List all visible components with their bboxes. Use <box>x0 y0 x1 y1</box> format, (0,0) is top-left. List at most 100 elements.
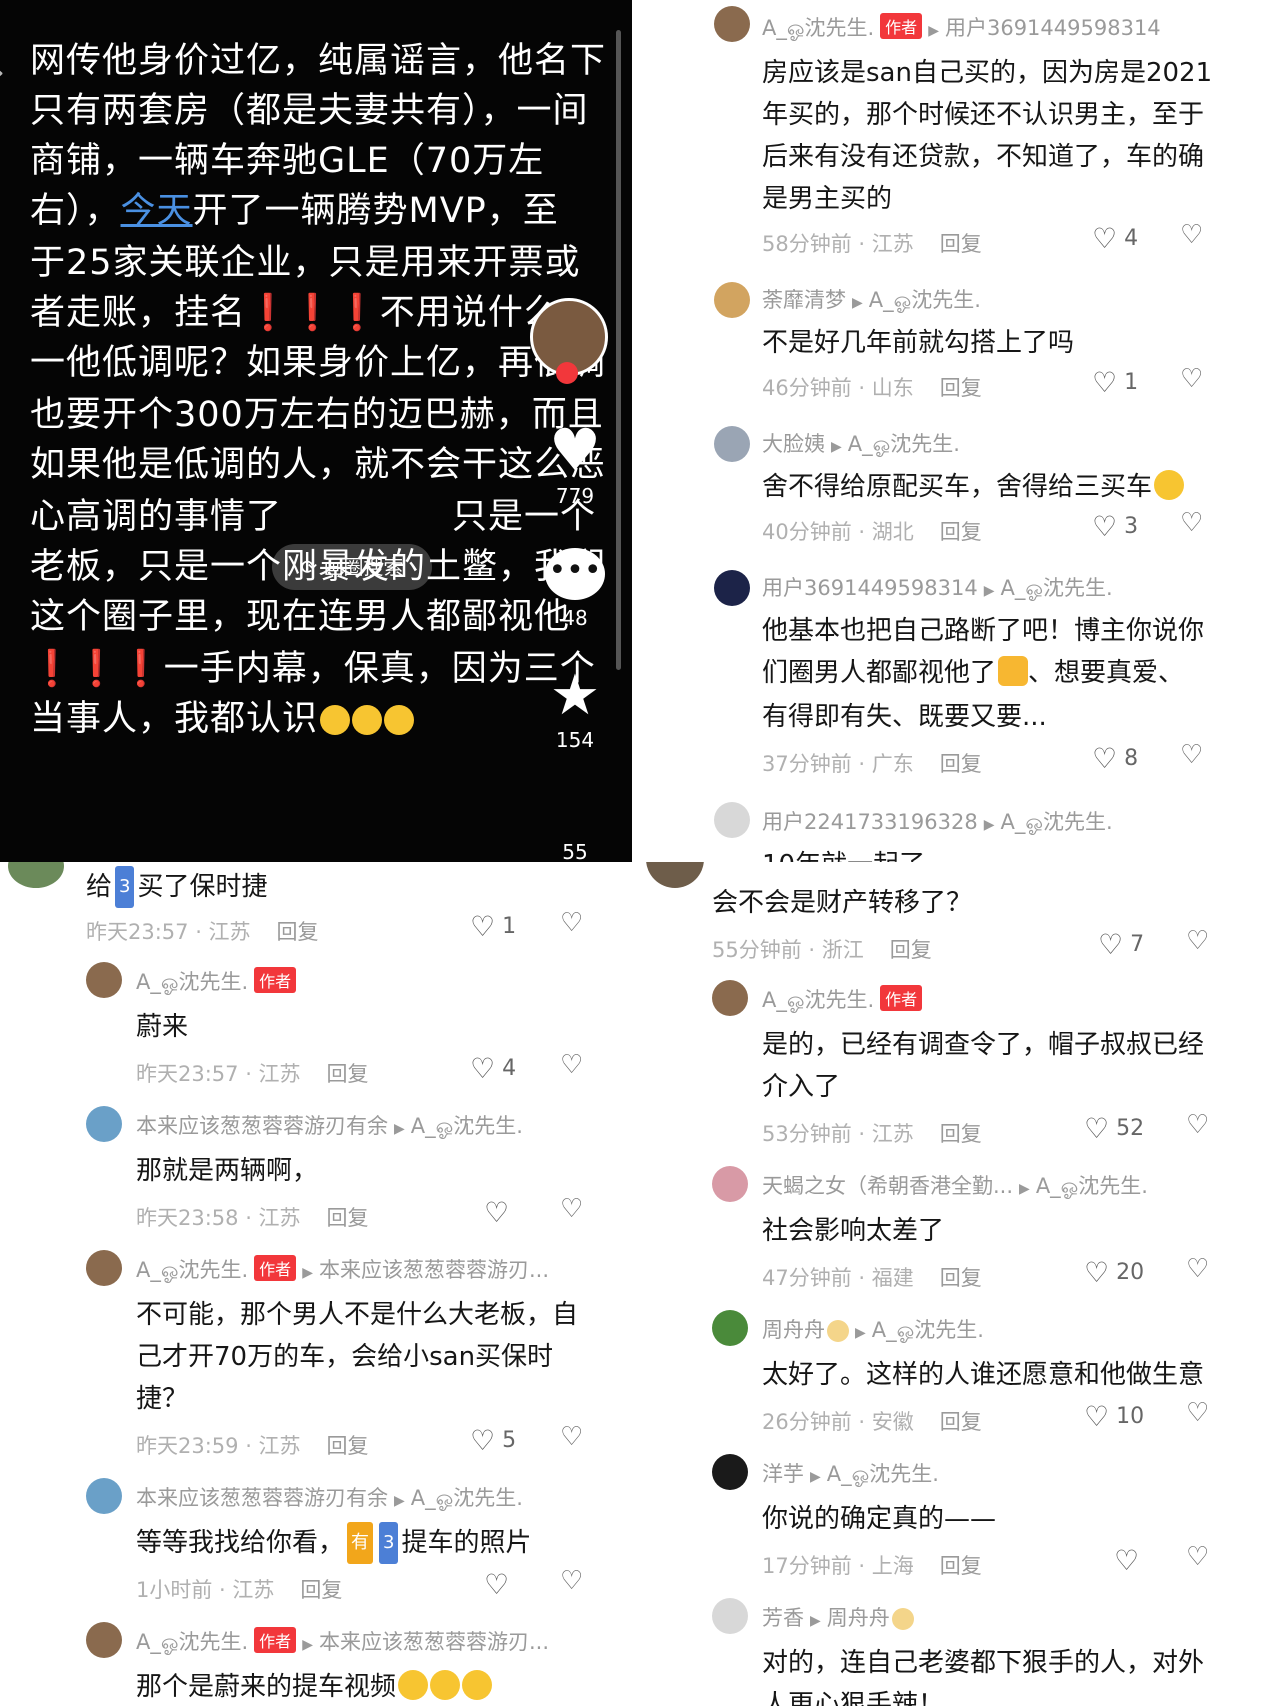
laugh-cry-emoji <box>398 1670 429 1700</box>
caption-line: 者走账，挂名❗❗❗不用说什么 <box>30 293 560 333</box>
comments-panel-top-right: A_ஓ沈先生. 作者 ▶ 用户3691449598314 房应该是san自己买的，因为… <box>632 0 1280 862</box>
like-button[interactable]: ♡ 8 <box>1092 742 1138 775</box>
smile-emoji <box>827 1320 849 1342</box>
comment-count: 48 <box>562 606 588 630</box>
like-button[interactable]: ♡ 52 <box>1084 1112 1144 1145</box>
back-chevron-icon[interactable]: › <box>0 58 4 88</box>
reply-button[interactable]: 回复 <box>327 1062 369 1086</box>
like-button[interactable]: ♡ 3 <box>1092 510 1138 543</box>
comment-icon[interactable]: ••• <box>545 548 605 600</box>
comment-footer: 昨天23:58 · 江苏 回复 <box>136 1206 369 1230</box>
author-tag: 作者 <box>254 1255 297 1281</box>
dislike-icon[interactable]: ♡ <box>1186 1254 1209 1284</box>
like-button[interactable]: ♡ <box>484 1196 509 1229</box>
avatar[interactable] <box>86 1478 122 1514</box>
caption-link[interactable]: 今天 <box>121 191 193 231</box>
reply-button[interactable]: 回复 <box>940 232 982 256</box>
dislike-icon[interactable]: ♡ <box>1180 364 1203 394</box>
like-button[interactable]: ♡ <box>1114 1544 1139 1577</box>
dislike-icon[interactable]: ♡ <box>1180 220 1203 250</box>
caption-line: 这个圈子里，现在连男人都鄙视他 <box>30 597 571 637</box>
avatar[interactable] <box>86 962 122 998</box>
caption-line: 心高调的事情了 只是一个 <box>30 497 597 537</box>
like-button[interactable]: ♡ 5 <box>470 1424 516 1457</box>
reply-button[interactable]: 回复 <box>940 376 982 400</box>
reply-button[interactable]: 回复 <box>327 1434 369 1458</box>
reply-arrow-icon: ▶ <box>1019 1181 1030 1197</box>
like-button[interactable]: ♡ 10 <box>1084 1400 1144 1433</box>
avatar[interactable] <box>712 1598 748 1634</box>
dislike-icon[interactable]: ♡ <box>1186 926 1209 956</box>
like-button[interactable]: ♡ <box>484 1568 509 1601</box>
caption-line: 于25家关联企业，只是用来开票或 <box>30 243 581 283</box>
comment-footer: 47分钟前 · 福建 回复 <box>762 1266 982 1290</box>
reply-button[interactable]: 回复 <box>890 938 932 962</box>
like-button[interactable]: ♡ 7 <box>1098 928 1144 961</box>
share-count: 55 <box>562 840 588 862</box>
heart-icon: ♡ <box>470 1052 496 1085</box>
reply-button[interactable]: 回复 <box>277 920 319 944</box>
avatar[interactable] <box>646 862 704 888</box>
reply-button[interactable]: 回复 <box>940 1410 982 1434</box>
reply-button[interactable]: 回复 <box>327 1206 369 1230</box>
like-button[interactable]: ♡ 4 <box>470 1052 516 1085</box>
dislike-icon[interactable]: ♡ <box>1180 740 1203 770</box>
comment-footer: 46分钟前 · 山东 回复 <box>762 376 982 400</box>
avatar[interactable] <box>714 426 750 462</box>
like-button[interactable]: ♡ 1 <box>470 910 516 943</box>
avatar[interactable] <box>714 570 750 606</box>
avatar[interactable] <box>714 802 750 838</box>
heart-icon: ♡ <box>470 910 496 943</box>
like-button[interactable]: ♡ 4 <box>1092 222 1138 255</box>
avatar[interactable] <box>712 980 748 1016</box>
avatar[interactable] <box>712 1454 748 1490</box>
circle-search-chip[interactable]: ⟳ 画圈搜索 <box>272 544 432 590</box>
avatar[interactable] <box>8 862 64 888</box>
dislike-icon[interactable]: ♡ <box>560 1422 583 1452</box>
dislike-icon[interactable]: ♡ <box>1186 1398 1209 1428</box>
reply-arrow-icon: ▶ <box>302 1637 313 1653</box>
avatar[interactable] <box>86 1622 122 1658</box>
reply-button[interactable]: 回复 <box>940 1266 982 1290</box>
scrollbar[interactable] <box>616 30 621 670</box>
dislike-icon[interactable]: ♡ <box>1186 1542 1209 1572</box>
comment-meta: A_ஓ沈先生. 作者 ▶ 本来应该葱葱蓉蓉游刃... <box>136 1626 549 1657</box>
reply-button[interactable]: 回复 <box>940 520 982 544</box>
dislike-icon[interactable]: ♡ <box>1180 508 1203 538</box>
laugh-cry-emoji <box>320 705 351 735</box>
follow-plus-icon[interactable] <box>556 362 578 384</box>
reply-arrow-icon: ▶ <box>983 817 995 833</box>
dislike-icon[interactable]: ♡ <box>560 1050 583 1080</box>
like-button[interactable]: ♡ 1 <box>1092 366 1138 399</box>
like-button[interactable]: ♡ 20 <box>1084 1256 1144 1289</box>
comment-meta: A_ஓ沈先生. 作者 ▶ 本来应该葱葱蓉蓉游刃... <box>136 1254 549 1285</box>
avatar[interactable] <box>714 6 750 42</box>
dislike-icon[interactable]: ♡ <box>560 1194 583 1224</box>
laugh-cry-emoji <box>430 1670 461 1700</box>
reply-arrow-icon: ▶ <box>810 1613 821 1629</box>
avatar[interactable] <box>712 1166 748 1202</box>
dislike-icon[interactable]: ♡ <box>560 908 583 938</box>
favorite-star-icon[interactable]: ★ <box>540 666 610 726</box>
comment-meta: A_ஓ沈先生. 作者 <box>762 984 923 1015</box>
dislike-icon[interactable]: ♡ <box>1186 1110 1209 1140</box>
video-caption-panel: 网传他身价过亿，纯属谣言，他名下 只有两套房（都是夫妻共有），一间 商铺，一辆车… <box>0 0 632 862</box>
avatar[interactable] <box>712 1310 748 1346</box>
avatar[interactable] <box>86 1250 122 1286</box>
reply-button[interactable]: 回复 <box>940 1122 982 1146</box>
favorite-count: 154 <box>555 728 595 752</box>
reply-button[interactable]: 回复 <box>940 1554 982 1578</box>
comment-text: 他基本也把自己路断了吧！博主你说你 <box>762 616 1205 646</box>
author-tag: 作者 <box>254 967 297 993</box>
comment-text: 那就是两辆啊， <box>136 1156 319 1186</box>
reply-button[interactable]: 回复 <box>940 752 982 776</box>
dislike-icon[interactable]: ♡ <box>560 1566 583 1596</box>
reply-button[interactable]: 回复 <box>300 1578 342 1602</box>
comment-text: 社会影响太差了 <box>762 1216 945 1246</box>
reply-arrow-icon: ▶ <box>983 583 995 599</box>
comment-footer: 昨天23:57 · 江苏 回复 <box>86 920 319 944</box>
avatar[interactable] <box>86 1106 122 1142</box>
avatar[interactable] <box>714 282 750 318</box>
comment-text: 太好了。这样的人谁还愿意和他做生意 <box>762 1360 1205 1390</box>
like-icon[interactable]: ♥ <box>540 420 610 480</box>
